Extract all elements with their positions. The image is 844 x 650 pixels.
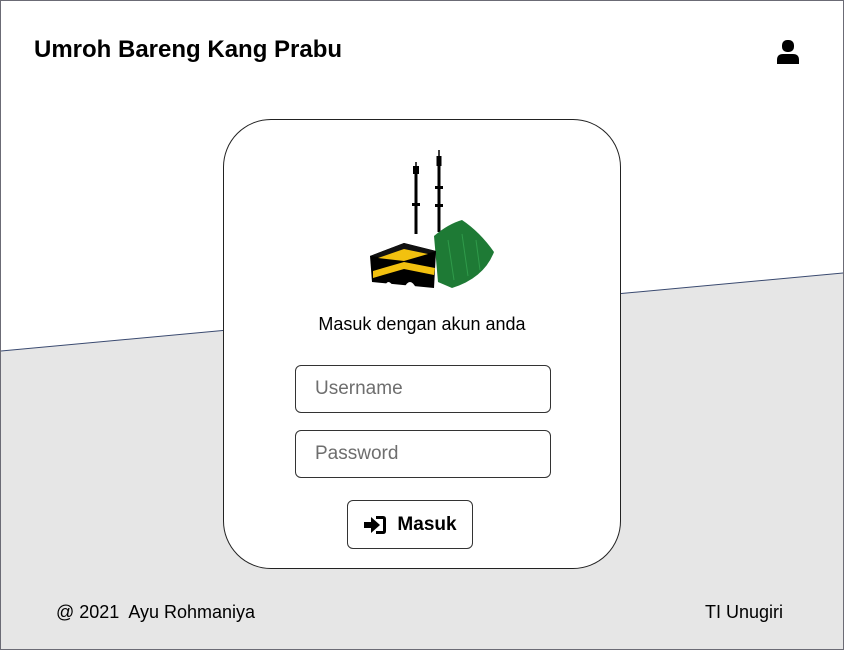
username-input[interactable]	[295, 365, 551, 413]
kaaba-mosque-logo	[370, 150, 494, 288]
footer-copyright: @ 2021 Ayu Rohmaniya	[56, 602, 256, 622]
login-card: Masuk dengan akun anda Masuk	[223, 119, 621, 569]
sign-in-icon	[364, 515, 387, 534]
page-frame: Umroh Bareng Kang Prabu Masuk dengan aku…	[0, 0, 844, 650]
login-button-label: Masuk	[397, 513, 457, 535]
app-title: Umroh Bareng Kang Prabu	[34, 36, 343, 63]
login-button[interactable]: Masuk	[347, 500, 473, 549]
footer-institution: TI Unugiri	[705, 602, 784, 622]
password-input[interactable]	[295, 430, 551, 478]
user-icon[interactable]	[776, 39, 800, 65]
login-prompt: Masuk dengan akun anda	[318, 314, 526, 334]
